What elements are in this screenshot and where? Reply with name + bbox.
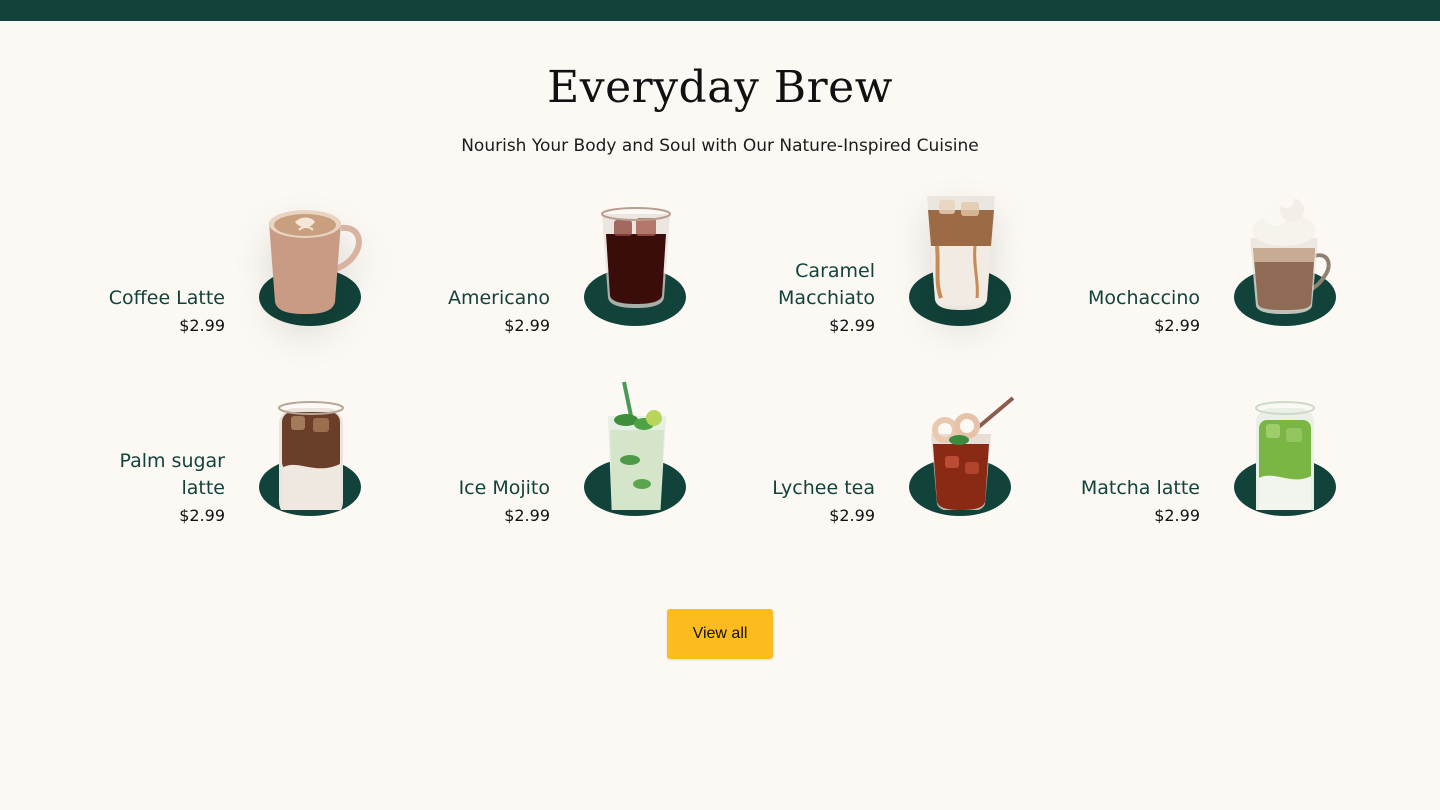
matcha-latte-icon [1230,380,1342,510]
menu-item-americano[interactable]: Americano $2.99 [415,190,740,380]
menu-item-name: Coffee Latte [108,287,225,309]
menu-item-text: Palm sugar latte $2.99 [75,448,225,530]
latte-cup-icon [255,190,367,320]
caramel-macchiato-icon [905,190,1017,320]
americano-glass-icon [580,190,692,320]
menu-item-text: Lychee tea $2.99 [725,475,875,530]
view-all-button[interactable]: View all [667,609,773,659]
ice-mojito-icon [580,380,692,510]
lychee-tea-icon [905,380,1017,510]
menu-item-text: Caramel Macchiato $2.99 [725,258,875,340]
menu-item-price: $2.99 [504,316,550,335]
menu-item-coffee-latte[interactable]: Coffee Latte $2.99 [90,190,415,380]
menu-item-caramel-macchiato[interactable]: Caramel Macchiato $2.99 [740,190,1065,380]
menu-item-text: Ice Mojito $2.99 [400,475,550,530]
menu-item-price: $2.99 [1154,316,1200,335]
menu-item-mochaccino[interactable]: Mochaccino $2.99 [1065,190,1390,380]
menu-item-text: Americano $2.99 [400,285,550,340]
menu-item-price: $2.99 [179,316,225,335]
menu-item-text: Coffee Latte $2.99 [75,285,225,340]
menu-item-price: $2.99 [829,316,875,335]
page-subtitle: Nourish Your Body and Soul with Our Natu… [461,136,979,156]
menu-item-price: $2.99 [829,506,875,525]
menu-item-text: Matcha latte $2.99 [1050,475,1200,530]
menu-item-name: Matcha latte [1080,477,1200,499]
top-bar [0,0,1440,21]
menu-item-name: Lychee tea [772,477,875,499]
palm-sugar-latte-icon [255,380,367,510]
menu-item-name: Palm sugar latte [119,450,225,499]
menu-item-ice-mojito[interactable]: Ice Mojito $2.99 [415,380,740,570]
menu-item-text: Mochaccino $2.99 [1050,285,1200,340]
menu-item-name: Americano [447,287,550,309]
menu-item-matcha-latte[interactable]: Matcha latte $2.99 [1065,380,1390,570]
page-title: Everyday Brew [547,62,893,113]
menu-item-price: $2.99 [179,506,225,525]
menu-item-price: $2.99 [1154,506,1200,525]
menu-item-name: Ice Mojito [458,477,550,499]
mochaccino-icon [1230,190,1342,320]
menu-item-name: Mochaccino [1088,287,1200,309]
menu-item-name: Caramel Macchiato [778,260,875,309]
menu-item-palm-sugar-latte[interactable]: Palm sugar latte $2.99 [90,380,415,570]
menu-item-lychee-tea[interactable]: Lychee tea $2.99 [740,380,1065,570]
menu-grid: Coffee Latte $2.99 Americano $2.99 Caram… [90,190,1350,570]
menu-item-price: $2.99 [504,506,550,525]
